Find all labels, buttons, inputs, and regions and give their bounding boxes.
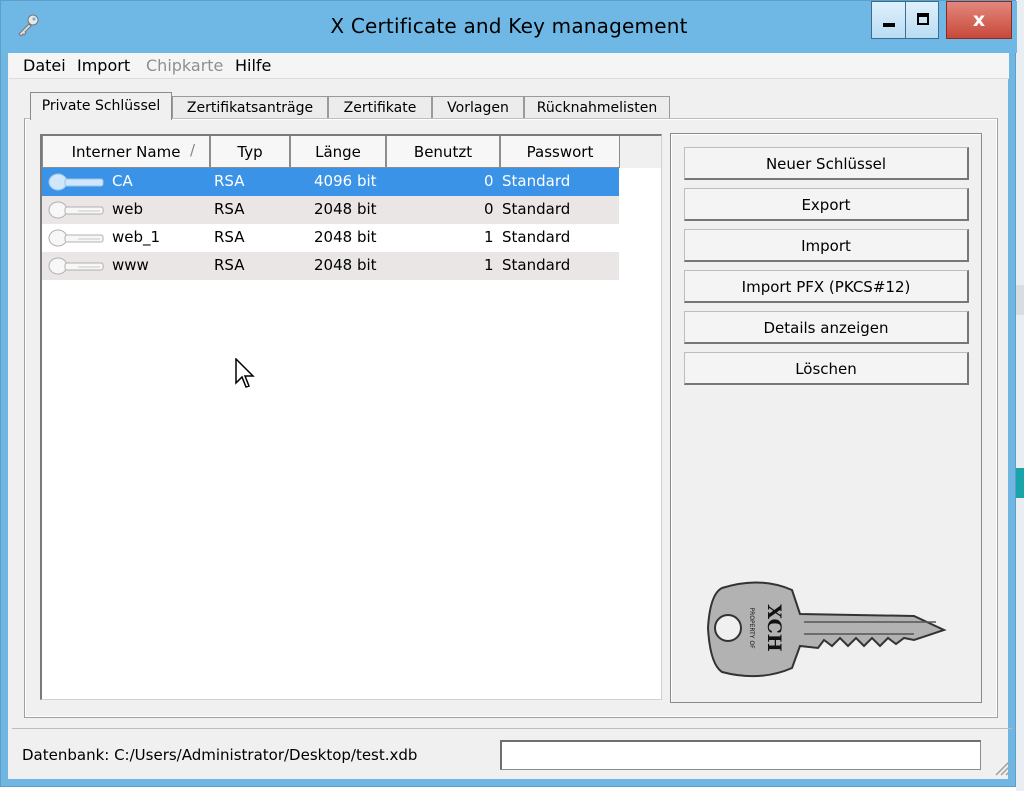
tab-private-keys[interactable]: Private Schlüssel (30, 92, 172, 120)
sort-indicator-icon: / (189, 141, 195, 159)
cell-used: 0 (484, 172, 494, 190)
cell-used: 1 (484, 256, 494, 274)
menu-bar: Datei Import Chipkarte Hilfe (9, 53, 1009, 79)
menu-chipkarte: Chipkarte (146, 56, 224, 75)
minimize-button[interactable] (871, 1, 905, 39)
cell-type: RSA (214, 200, 245, 218)
cell-length: 4096 bit (314, 172, 377, 190)
table-row[interactable]: web_1 RSA 2048 bit 1 Standard (42, 224, 619, 252)
window-title: X Certificate and Key management (330, 14, 688, 38)
key-logo-small-text: PROPERTY OF (748, 607, 755, 649)
tab-revocation-lists[interactable]: Rücknahmelisten (524, 96, 670, 120)
cell-password: Standard (502, 228, 571, 246)
menu-hilfe[interactable]: Hilfe (235, 56, 271, 75)
background-edge (1016, 0, 1024, 791)
status-separator (12, 728, 1012, 729)
cell-password: Standard (502, 256, 571, 274)
maximize-button[interactable] (905, 1, 939, 39)
cell-length: 2048 bit (314, 228, 377, 246)
cell-password: Standard (502, 172, 571, 190)
key-icon (48, 173, 104, 191)
title-bar[interactable]: X Certificate and Key management x (1, 1, 1017, 53)
maximize-icon (917, 13, 929, 25)
key-list[interactable]: Interner Name / Typ Länge Benutzt Passwo… (40, 134, 662, 700)
status-field (500, 740, 981, 770)
cell-name: web_1 (112, 228, 161, 246)
cell-name: www (112, 256, 149, 274)
tab-certificates[interactable]: Zertifikate (328, 96, 432, 120)
close-icon: x (972, 9, 986, 31)
minimize-icon (883, 23, 895, 27)
export-button[interactable]: Export (684, 188, 969, 221)
cell-name: web (112, 200, 144, 218)
new-key-button[interactable]: Neuer Schlüssel (684, 147, 969, 180)
delete-button[interactable]: Löschen (684, 352, 969, 385)
cell-type: RSA (214, 228, 245, 246)
xca-key-logo-icon: XCH PROPERTY OF (706, 581, 947, 678)
mouse-pointer-icon (235, 358, 255, 388)
table-row[interactable]: www RSA 2048 bit 1 Standard (42, 252, 619, 280)
table-row[interactable]: web RSA 2048 bit 0 Standard (42, 196, 619, 224)
column-length[interactable]: Länge (290, 136, 386, 168)
column-password[interactable]: Passwort (500, 136, 620, 168)
menu-datei[interactable]: Datei (23, 56, 66, 75)
database-path: Datenbank: C:/Users/Administrator/Deskto… (22, 746, 418, 764)
cell-length: 2048 bit (314, 200, 377, 218)
column-filler (620, 136, 661, 168)
cell-length: 2048 bit (314, 256, 377, 274)
column-internal-name[interactable]: Interner Name / (42, 136, 210, 168)
tab-certificate-requests[interactable]: Zertifikatsanträge (172, 96, 328, 120)
column-label: Interner Name (71, 143, 181, 161)
resize-grip-icon[interactable] (992, 758, 1010, 776)
cell-password: Standard (502, 200, 571, 218)
cell-name: CA (112, 172, 133, 190)
close-button[interactable]: x (946, 1, 1012, 39)
key-icon (48, 201, 104, 219)
import-pfx-button[interactable]: Import PFX (PKCS#12) (684, 270, 969, 303)
key-icon (48, 257, 104, 275)
cell-used: 1 (484, 228, 494, 246)
cell-type: RSA (214, 172, 245, 190)
key-logo-brand: XCH (763, 604, 785, 652)
cell-used: 0 (484, 200, 494, 218)
column-used[interactable]: Benutzt (386, 136, 500, 168)
menu-import[interactable]: Import (77, 56, 130, 75)
column-type[interactable]: Typ (210, 136, 290, 168)
key-icon (48, 229, 104, 247)
cell-type: RSA (214, 256, 245, 274)
show-details-button[interactable]: Details anzeigen (684, 311, 969, 344)
tab-templates[interactable]: Vorlagen (432, 96, 524, 120)
table-row[interactable]: CA RSA 4096 bit 0 Standard (42, 168, 619, 196)
import-button[interactable]: Import (684, 229, 969, 262)
